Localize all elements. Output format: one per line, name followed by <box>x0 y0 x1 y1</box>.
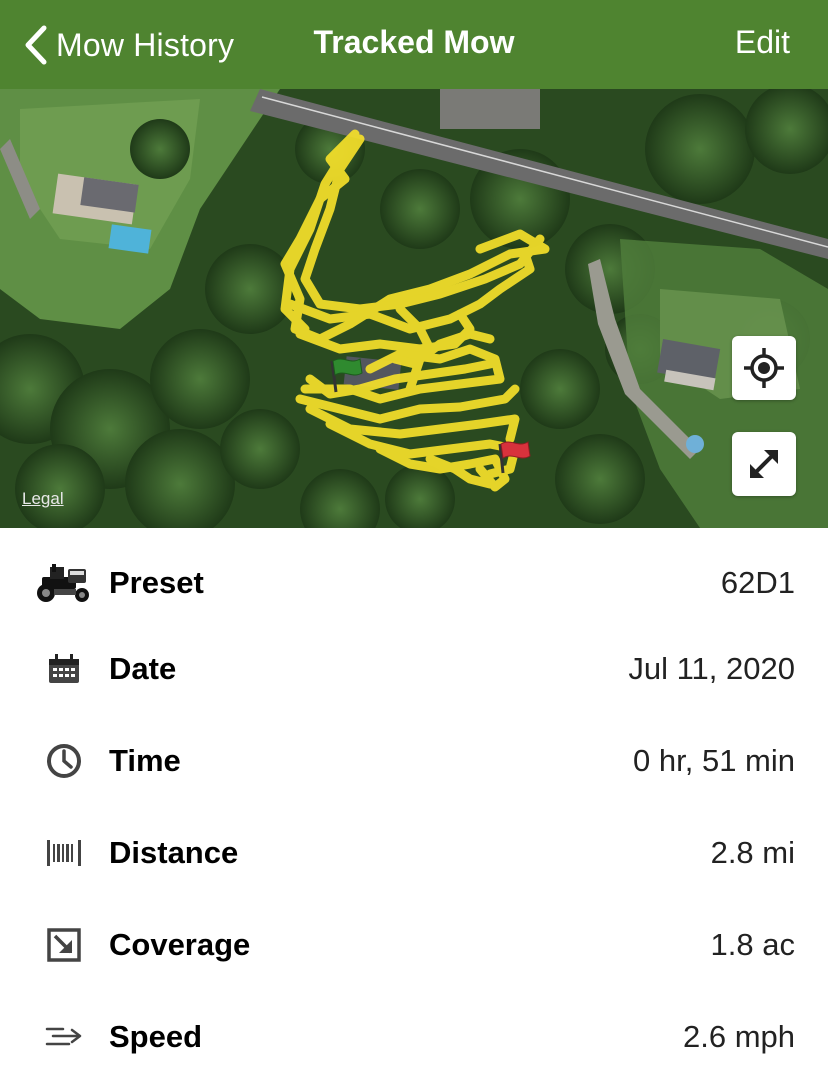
speed-icon <box>32 1011 96 1063</box>
clock-icon <box>32 735 96 787</box>
detail-label: Coverage <box>109 927 251 962</box>
detail-value: 1.8 ac <box>710 927 795 962</box>
expand-icon <box>750 450 778 478</box>
page-title: Tracked Mow <box>0 24 828 61</box>
edit-button[interactable]: Edit <box>735 24 790 61</box>
calendar-icon <box>32 643 96 695</box>
page-title-text: Tracked Mow <box>313 24 515 60</box>
distance-icon <box>32 827 96 879</box>
detail-label: Date <box>109 651 177 686</box>
coverage-icon <box>32 919 96 971</box>
locate-icon <box>744 348 784 388</box>
detail-value: 0 hr, 51 min <box>633 743 795 778</box>
mow-track-map[interactable]: Legal <box>0 89 828 528</box>
detail-label: Preset <box>109 565 204 600</box>
tractor-icon <box>32 557 96 609</box>
expand-button[interactable] <box>732 432 796 496</box>
detail-value: 2.6 mph <box>682 1019 795 1054</box>
detail-label: Speed <box>109 1019 203 1054</box>
detail-row-speed: Speed 2.6 mph <box>0 991 828 1083</box>
detail-value: 62D1 <box>720 565 795 600</box>
detail-row-date: Date Jul 11, 2020 <box>0 623 828 715</box>
satellite-map-image <box>0 89 828 528</box>
detail-value: Jul 11, 2020 <box>628 651 795 686</box>
detail-row-distance: Distance 2.8 mi <box>0 807 828 899</box>
detail-label: Distance <box>109 835 239 870</box>
navigation-bar: Mow History Tracked Mow Edit <box>0 0 828 89</box>
detail-label: Time <box>109 743 181 778</box>
legal-link[interactable]: Legal <box>22 489 64 509</box>
detail-row-preset: Preset 62D1 <box>0 537 828 629</box>
locate-button[interactable] <box>732 336 796 400</box>
detail-row-time: Time 0 hr, 51 min <box>0 715 828 807</box>
detail-value: 2.8 mi <box>710 835 795 870</box>
detail-row-coverage: Coverage 1.8 ac <box>0 899 828 991</box>
